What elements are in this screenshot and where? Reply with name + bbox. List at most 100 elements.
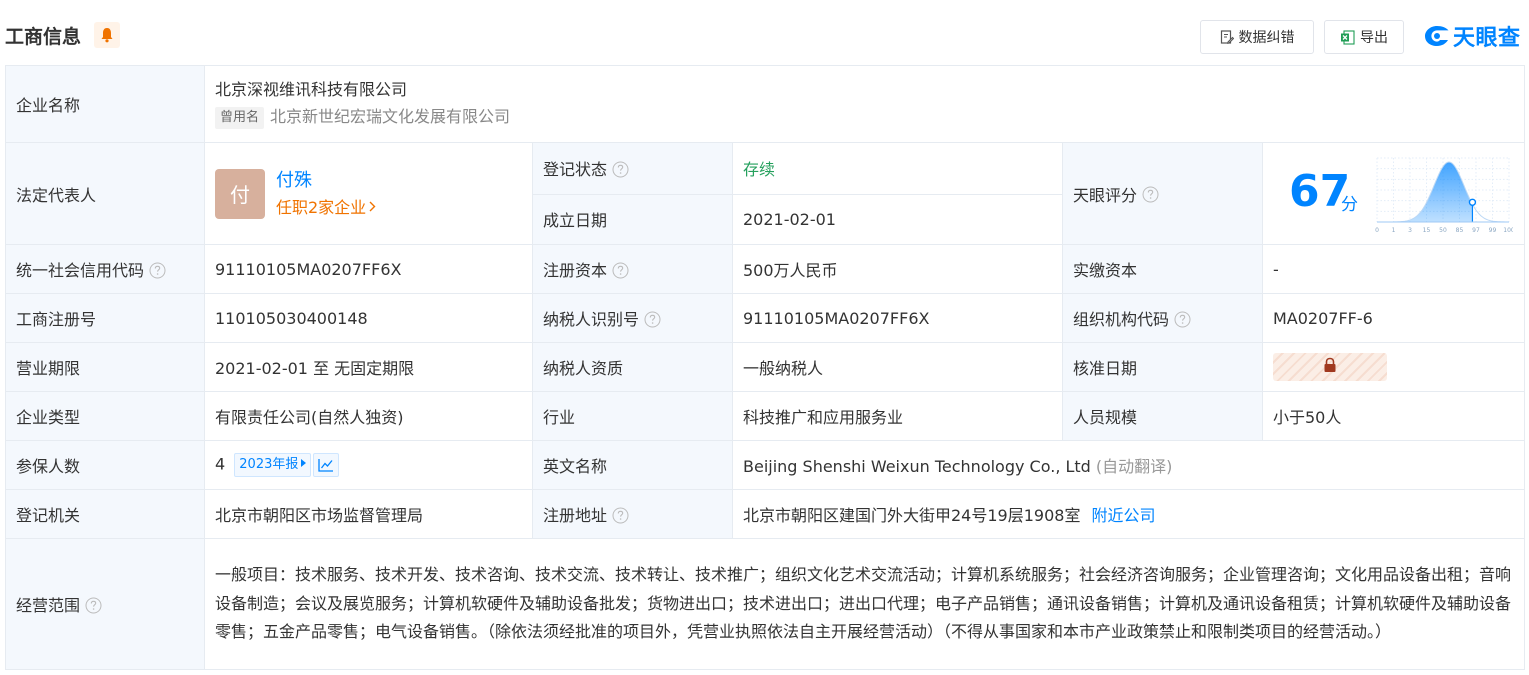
reg-capital: 500万人民币 (732, 244, 1063, 294)
auto-translate-note: (自动翻译) (1095, 457, 1173, 476)
taxpayer-id-label: 纳税人识别号 (543, 310, 640, 329)
table-row: 企业名称 北京深视维讯科技有限公司 曾用名 北京新世纪宏瑞文化发展有限公司 (5, 65, 1526, 143)
taxpayer-type: 一般纳税人 (732, 342, 1063, 392)
tianyancha-logo: 天眼查 (1424, 21, 1521, 51)
bell-icon[interactable] (94, 22, 120, 48)
business-scope: 一般项目：技术服务、技术开发、技术咨询、技术交流、技术转让、技术推广；组织文化艺… (203, 538, 1526, 670)
paid-capital-label: 实缴资本 (1062, 244, 1263, 294)
staff-size: 小于50人 (1261, 391, 1526, 441)
authority: 北京市朝阳区市场监督管理局 (204, 489, 533, 539)
term-label: 营业期限 (5, 342, 205, 392)
avatar[interactable]: 付 (215, 168, 265, 219)
trend-chart-icon[interactable] (313, 453, 340, 477)
legal-rep-name[interactable]: 付殊 (276, 167, 376, 194)
export-button[interactable]: 导出 (1324, 20, 1404, 54)
reg-no: 110105030400148 (204, 293, 533, 343)
scope-label: 经营范围 (16, 596, 81, 615)
company-type: 有限责任公司(自然人独资) (204, 391, 533, 441)
score-cell[interactable]: 67 分 0 1 3 15 50 85 97 99 100 (1261, 142, 1526, 245)
taxpayer-id-label-cell: 纳税人识别号 (532, 293, 733, 343)
help-icon[interactable] (149, 262, 166, 279)
address-label-cell: 注册地址 (532, 489, 733, 539)
chart-tick-label: 85 (1456, 227, 1464, 234)
nearby-companies-link[interactable]: 附近公司 (1092, 506, 1156, 525)
paid-capital: - (1261, 244, 1526, 294)
business-term: 2021-02-01 至 无固定期限 (204, 342, 533, 392)
caret-right-icon (301, 453, 307, 475)
status-label-cell: 登记状态 (532, 142, 733, 195)
chart-tick-label: 100 (1503, 227, 1513, 234)
help-icon[interactable] (1174, 311, 1191, 328)
address-cell: 北京市朝阳区建国门外大街甲24号19层1908室 附近公司 (731, 489, 1526, 539)
score-label: 天眼评分 (1073, 185, 1138, 205)
help-icon[interactable] (1142, 186, 1159, 203)
status-badge: 存续 (743, 160, 776, 180)
english-name-label: 英文名称 (532, 440, 733, 490)
table-row: 登记机关 北京市朝阳区市场监督管理局 注册地址 北京市朝阳区建国门外大街甲24号… (5, 489, 1526, 539)
chart-tick-label: 0 (1375, 227, 1379, 234)
logo-text: 天眼查 (1453, 26, 1521, 51)
company-name: 北京深视维讯科技有限公司 (215, 80, 408, 99)
chart-tick-label: 97 (1472, 227, 1480, 234)
table-row: 参保人数 4 2023年报 英文名称 Beijing Shenshi Weixu… (5, 440, 1526, 490)
section-header: 工商信息 数据纠错 导出 天眼查 (0, 0, 1529, 66)
credit-code: 91110105MA0207FF6X (204, 244, 533, 294)
data-correction-label: 数据纠错 (1238, 30, 1295, 46)
help-icon[interactable] (85, 597, 102, 614)
taxpayer-id: 91110105MA0207FF6X (732, 293, 1063, 343)
edit-doc-icon (1220, 29, 1234, 45)
chart-tick-label: 99 (1489, 227, 1497, 234)
status-label: 登记状态 (543, 160, 608, 180)
org-code-label-cell: 组织机构代码 (1062, 293, 1263, 343)
chevron-right-icon (369, 193, 376, 220)
chart-marker-point (1468, 198, 1477, 207)
legal-rep-label: 法定代表人 (5, 142, 205, 245)
locked-value[interactable] (1273, 353, 1387, 381)
legal-rep-cell: 付 付殊 任职2家企业 (204, 142, 533, 245)
score-label-cell: 天眼评分 (1062, 142, 1263, 245)
data-correction-button[interactable]: 数据纠错 (1200, 20, 1314, 54)
chart-tick-label: 3 (1408, 227, 1412, 234)
approve-date-cell (1261, 342, 1526, 392)
chart-tick-label: 15 (1423, 227, 1431, 234)
score-distribution-chart: 0 1 3 15 50 85 97 99 100 (1375, 157, 1513, 234)
reg-capital-label-cell: 注册资本 (532, 244, 733, 294)
founded-date: 2021-02-01 (732, 193, 1063, 245)
insured-label: 参保人数 (5, 440, 205, 490)
rep-jobs-link[interactable]: 任职2家企业 (276, 194, 376, 221)
table-row: 法定代表人 付 付殊 任职2家企业 登记状态 存续 天眼评分 67 分 0131… (5, 142, 1526, 245)
section-title: 工商信息 (5, 26, 82, 48)
company-name-label: 企业名称 (5, 65, 205, 143)
chart-score-area (1377, 162, 1473, 222)
table-row: 工商注册号 110105030400148 纳税人识别号 91110105MA0… (5, 293, 1526, 343)
insured-count: 4 (215, 454, 226, 474)
taxpayer-type-label: 纳税人资质 (532, 342, 733, 392)
industry-label: 行业 (532, 391, 733, 441)
chart-tick-label: 50 (1439, 227, 1447, 234)
help-icon[interactable] (612, 262, 629, 279)
org-code: MA0207FF-6 (1261, 293, 1526, 343)
english-name-cell: Beijing Shenshi Weixun Technology Co., L… (731, 440, 1526, 490)
scope-label-cell: 经营范围 (5, 538, 205, 670)
help-icon[interactable] (612, 161, 629, 178)
english-name: Beijing Shenshi Weixun Technology Co., L… (743, 457, 1091, 476)
company-type-label: 企业类型 (5, 391, 205, 441)
help-icon[interactable] (644, 311, 661, 328)
eye-logo-icon (1425, 26, 1449, 46)
address-label: 注册地址 (543, 506, 608, 525)
status-cell: 存续 (732, 142, 1063, 195)
reg-no-label: 工商注册号 (5, 293, 205, 343)
export-label: 导出 (1360, 30, 1388, 46)
table-row: 经营范围 一般项目：技术服务、技术开发、技术咨询、技术交流、技术转让、技术推广；… (5, 538, 1526, 670)
former-name-tag: 曾用名 (215, 106, 265, 129)
credit-code-label-cell: 统一社会信用代码 (5, 244, 205, 294)
former-name: 北京新世纪宏瑞文化发展有限公司 (270, 107, 511, 126)
industry: 科技推广和应用服务业 (732, 391, 1063, 441)
annual-report-dropdown[interactable]: 2023年报 (234, 453, 312, 477)
score-unit: 分 (1341, 195, 1358, 215)
insured-cell: 4 2023年报 (204, 440, 533, 490)
business-info-table: 企业名称 北京深视维讯科技有限公司 曾用名 北京新世纪宏瑞文化发展有限公司 法定代… (5, 65, 1526, 670)
excel-icon (1340, 29, 1355, 45)
authority-label: 登记机关 (5, 489, 205, 539)
help-icon[interactable] (612, 507, 629, 524)
